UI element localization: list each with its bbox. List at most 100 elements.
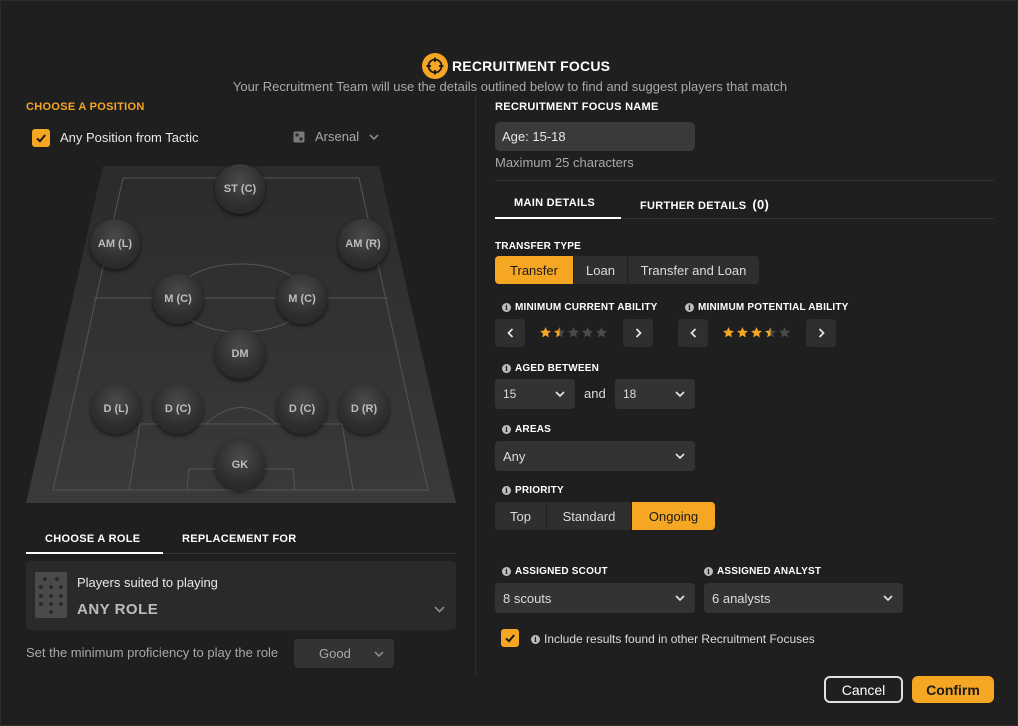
info-icon: i [704, 567, 713, 576]
assigned-scout-dropdown[interactable]: 8 scouts [495, 583, 695, 613]
position-am-l[interactable]: AM (L) [90, 219, 140, 269]
aged-between-label: i AGED BETWEEN [502, 363, 599, 374]
transfer-type-transfer[interactable]: Transfer [495, 256, 574, 284]
position-d-c-right[interactable]: D (C) [277, 384, 327, 434]
age-max-value: 18 [623, 387, 637, 401]
chevron-down-icon [369, 133, 379, 140]
focus-name-hint: Maximum 25 characters [495, 155, 634, 170]
column-divider [475, 97, 476, 677]
confirm-button[interactable]: Confirm [912, 676, 994, 703]
include-other-label: i Include results found in other Recruit… [531, 632, 815, 646]
checkmark-icon [505, 634, 515, 643]
chevron-down-icon [675, 391, 685, 397]
tactic-pitch: ST (C) AM (L) AM (R) M (C) M (C) DM D (L… [26, 163, 456, 505]
min-current-ability-increase[interactable] [623, 319, 653, 347]
crosshair-icon [422, 53, 448, 79]
role-caption: Players suited to playing [77, 575, 218, 590]
star-icon [737, 327, 748, 338]
name-divider [495, 180, 994, 181]
areas-label: i AREAS [502, 424, 551, 435]
min-current-ability-decrease[interactable] [495, 319, 525, 347]
proficiency-dropdown[interactable]: Good [294, 639, 394, 668]
star-icon [554, 327, 565, 338]
priority-text: PRIORITY [515, 485, 564, 496]
position-m-c-right[interactable]: M (C) [277, 274, 327, 324]
cancel-button[interactable]: Cancel [824, 676, 903, 703]
include-other-checkbox[interactable] [501, 629, 519, 647]
recruitment-focus-dialog: RECRUITMENT FOCUS Your Recruitment Team … [0, 0, 1018, 726]
transfer-type-label: TRANSFER TYPE [495, 241, 581, 252]
areas-value: Any [503, 448, 526, 464]
position-m-c-left[interactable]: M (C) [153, 274, 203, 324]
transfer-type-loan[interactable]: Loan [574, 256, 628, 284]
position-st-c[interactable]: ST (C) [215, 164, 265, 214]
age-max-dropdown[interactable]: 18 [615, 379, 695, 409]
info-icon: i [502, 567, 511, 576]
min-current-ability-label: i MINIMUM CURRENT ABILITY [502, 302, 658, 313]
position-d-r[interactable]: D (R) [339, 384, 389, 434]
proficiency-label: Set the minimum proficiency to play the … [26, 645, 279, 660]
position-d-l[interactable]: D (L) [91, 384, 141, 434]
priority-label: i PRIORITY [502, 485, 564, 496]
info-icon: i [502, 364, 511, 373]
age-min-dropdown[interactable]: 15 [495, 379, 575, 409]
chevron-right-icon [818, 328, 825, 338]
position-dm[interactable]: DM [215, 329, 265, 379]
tactic-board-icon [293, 131, 305, 142]
chevron-down-icon [555, 391, 565, 397]
tab-replacement-for[interactable]: REPLACEMENT FOR [182, 533, 297, 545]
aged-between-text: AGED BETWEEN [515, 363, 600, 374]
chevron-down-icon [675, 595, 685, 601]
position-gk[interactable]: GK [215, 440, 265, 490]
transfer-type-segment: Transfer Loan Transfer and Loan [495, 256, 759, 284]
focus-name-value: Age: 15-18 [502, 129, 566, 144]
tab-choose-a-role[interactable]: CHOOSE A ROLE [45, 533, 140, 545]
star-icon [568, 327, 579, 338]
info-icon: i [502, 425, 511, 434]
choose-position-label: CHOOSE A POSITION [26, 101, 145, 113]
tab-further-details-label: FURTHER DETAILS [640, 200, 747, 212]
dialog-subtitle: Your Recruitment Team will use the detai… [232, 79, 788, 94]
include-other-text: Include results found in other Recruitme… [544, 632, 815, 646]
chevron-right-icon [635, 328, 642, 338]
role-value: ANY ROLE [77, 601, 159, 618]
tab-divider [163, 553, 456, 554]
chevron-left-icon [506, 328, 513, 338]
areas-text: AREAS [515, 424, 552, 435]
min-potential-ability-increase[interactable] [806, 319, 836, 347]
role-selector[interactable]: Players suited to playing ANY ROLE [26, 561, 456, 630]
dialog-title: RECRUITMENT FOCUS [452, 58, 611, 74]
star-icon [779, 327, 790, 338]
any-position-label: Any Position from Tactic [60, 130, 199, 145]
star-icon [596, 327, 607, 338]
tactic-selector[interactable]: Arsenal [293, 129, 379, 144]
min-potential-ability-label: i MINIMUM POTENTIAL ABILITY [685, 302, 849, 313]
age-and-label: and [584, 386, 606, 401]
assigned-scout-value: 8 scouts [503, 590, 552, 606]
any-position-checkbox[interactable] [32, 129, 50, 147]
position-d-c-left[interactable]: D (C) [153, 384, 203, 434]
tab-further-details[interactable]: FURTHER DETAILS (0) [640, 197, 769, 212]
focus-name-input[interactable]: Age: 15-18 [495, 122, 695, 151]
min-potential-ability-decrease[interactable] [678, 319, 708, 347]
priority-segment: Top Standard Ongoing [495, 502, 715, 530]
tab-main-details[interactable]: MAIN DETAILS [514, 197, 595, 209]
priority-ongoing[interactable]: Ongoing [632, 502, 715, 530]
assigned-analyst-label: i ASSIGNED ANALYST [704, 566, 821, 577]
chevron-down-icon [434, 606, 445, 613]
assigned-analyst-dropdown[interactable]: 6 analysts [704, 583, 903, 613]
assigned-analyst-text: ASSIGNED ANALYST [717, 566, 822, 577]
tab-active-underline [495, 217, 621, 219]
transfer-type-transfer-and-loan[interactable]: Transfer and Loan [628, 256, 759, 284]
age-min-value: 15 [503, 387, 517, 401]
assigned-analyst-value: 6 analysts [712, 590, 771, 606]
areas-dropdown[interactable]: Any [495, 441, 695, 471]
star-icon [751, 327, 762, 338]
position-am-r[interactable]: AM (R) [338, 219, 388, 269]
info-icon: i [531, 634, 540, 644]
star-icon [582, 327, 593, 338]
priority-top[interactable]: Top [495, 502, 547, 530]
priority-standard[interactable]: Standard [547, 502, 632, 530]
proficiency-value: Good [319, 646, 351, 661]
assigned-scout-label: i ASSIGNED SCOUT [502, 566, 608, 577]
